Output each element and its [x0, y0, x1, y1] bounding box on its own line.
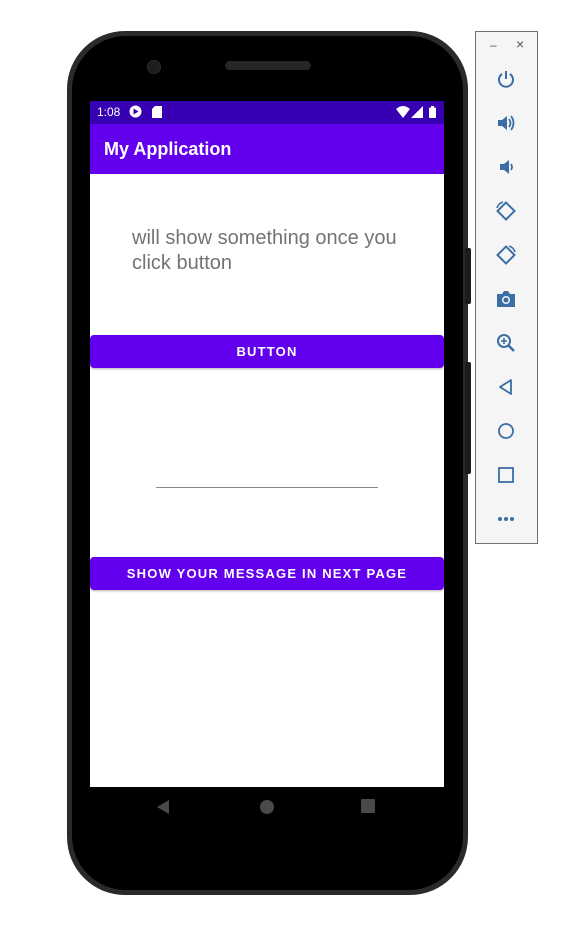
cell-signal-icon [411, 105, 423, 123]
app-bar: My Application [90, 124, 444, 174]
home-icon[interactable] [492, 417, 520, 445]
back-icon[interactable] [492, 373, 520, 401]
wifi-icon [396, 105, 410, 123]
play-store-notification-icon [129, 105, 142, 123]
status-time: 1:08 [97, 105, 121, 119]
home-icon[interactable] [259, 799, 275, 820]
screenshot-icon[interactable] [492, 285, 520, 313]
overview-icon[interactable] [492, 461, 520, 489]
app-title: My Application [104, 139, 232, 159]
rotate-right-icon[interactable] [492, 241, 520, 269]
phone-volume-key[interactable] [465, 362, 471, 474]
battery-icon [429, 105, 436, 123]
more-icon[interactable] [492, 505, 520, 533]
primary-button[interactable]: BUTTON [90, 335, 444, 368]
phone-power-key[interactable] [465, 248, 471, 304]
emulator-toolbar: – × [475, 31, 538, 544]
close-button[interactable]: × [516, 36, 524, 52]
device-screen: 1:08 My Application will show something … [90, 101, 444, 833]
front-camera [147, 60, 161, 74]
rotate-left-icon[interactable] [492, 197, 520, 225]
volume-up-icon[interactable] [492, 109, 520, 137]
volume-down-icon[interactable] [492, 153, 520, 181]
status-bar: 1:08 [90, 101, 444, 124]
zoom-icon[interactable] [492, 329, 520, 357]
sd-card-icon [152, 105, 162, 123]
power-icon[interactable] [492, 65, 520, 93]
recents-icon[interactable] [361, 799, 375, 818]
earpiece-speaker [225, 61, 311, 70]
show-message-button[interactable]: SHOW YOUR MESSAGE IN NEXT PAGE [90, 557, 444, 590]
info-text: will show something once you click butto… [132, 227, 397, 274]
message-input[interactable] [156, 487, 378, 488]
navigation-bar [90, 787, 444, 833]
back-icon[interactable] [156, 799, 170, 820]
minimize-button[interactable]: – [490, 38, 497, 52]
